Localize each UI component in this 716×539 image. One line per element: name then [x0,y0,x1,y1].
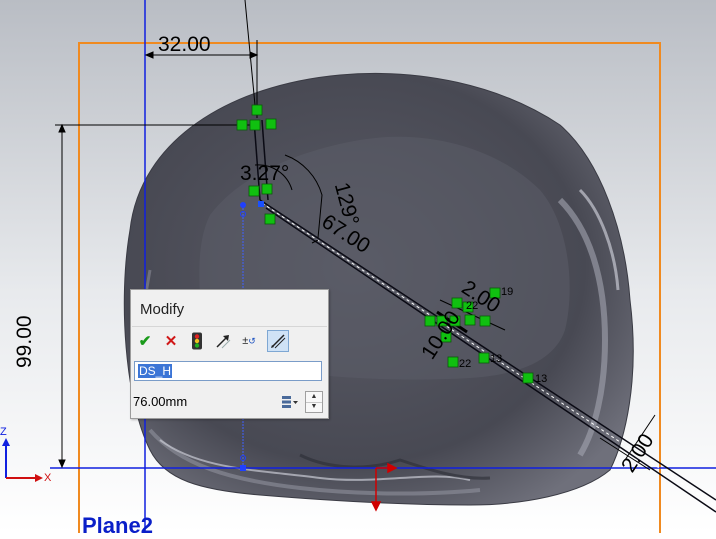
dimension-99-label[interactable]: 99.00 [13,315,37,368]
dimension-value-field[interactable]: 76.00mm [132,390,278,414]
triad-x-label: X [44,472,52,484]
spinner-down-icon[interactable]: ▼ [306,402,322,412]
value-spinner[interactable]: ▲ ▼ [305,391,323,413]
model-viewport-svg[interactable] [0,0,716,539]
graphics-area[interactable]: Z X 32.00 99.00 3.27° 129° 67.00 2.00 10… [0,0,716,539]
relation-label: 13 [535,373,548,385]
increment-settings-button[interactable] [277,390,303,414]
dimension-angle-3-27-label[interactable]: 3.27° [240,162,289,186]
dimension-name-value[interactable]: DS_H [138,364,173,378]
relation-label: 19 [501,286,514,298]
cancel-icon[interactable]: ✕ [160,330,182,352]
dimension-name-field[interactable]: DS_H [134,361,322,381]
rebuild-icon[interactable] [186,330,208,352]
modify-dialog-divider [132,326,327,327]
relation-label: 22 [459,358,472,370]
mark-for-drawing-icon[interactable] [267,330,289,352]
modify-dialog[interactable]: Modify ✔ ✕ ± ↺ DS_H 76.00mm ▲ ▼ [130,289,329,419]
relation-label: 22 [466,300,479,312]
plane-label[interactable]: Plane2 [82,513,153,539]
relation-label: 13 [490,353,503,365]
triad-z-label: Z [0,426,7,438]
reverse-direction-icon[interactable] [212,330,234,352]
spin-increment-icon [282,396,298,408]
ok-icon[interactable]: ✔ [134,330,156,352]
dimension-32-label[interactable]: 32.00 [158,33,211,57]
modify-dialog-title: Modify [140,301,185,318]
tolerance-icon[interactable]: ± ↺ [238,330,260,352]
